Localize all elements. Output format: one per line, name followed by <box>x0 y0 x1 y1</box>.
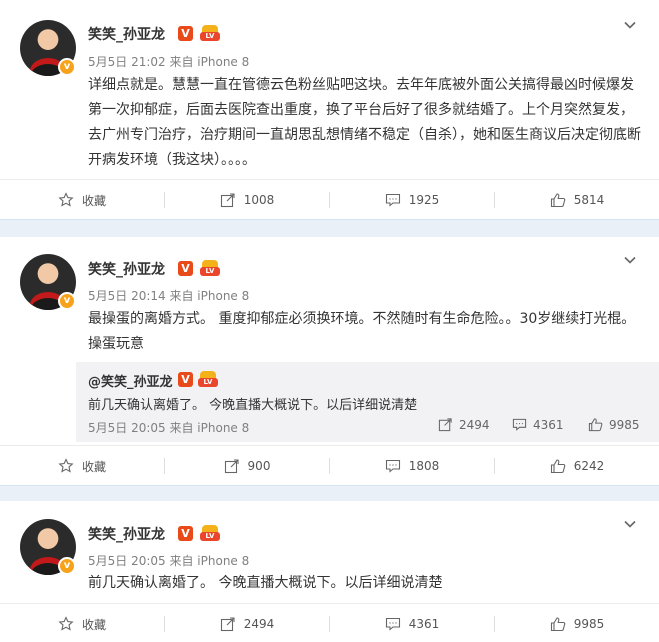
forward-count: 900 <box>247 459 271 473</box>
v-badge-icon: V <box>178 261 193 276</box>
comment-icon <box>385 616 401 632</box>
star-icon <box>58 192 74 208</box>
comment-button[interactable]: 1925 <box>330 180 494 220</box>
action-bar: 收藏 900 1808 6242 <box>0 445 659 485</box>
post-meta[interactable]: 5月5日 21:02 来自 iPhone 8 <box>88 53 249 70</box>
v-badge-icon: V <box>178 372 193 387</box>
weibo-post-3: v 笑笑_孙亚龙 V LV 5月5日 20:05 来自 iPhone 8 前几天… <box>0 501 659 642</box>
quoted-post[interactable]: @笑笑_孙亚龙 V LV 前几天确认离婚了。 今晚直播大概说下。以后详细说清楚 … <box>76 362 659 442</box>
post-meta[interactable]: 5月5日 20:05 来自 iPhone 8 <box>88 552 249 569</box>
chevron-down-icon[interactable] <box>623 517 637 531</box>
quoted-like[interactable]: 9985 <box>588 417 640 432</box>
member-crown-icon: LV <box>198 371 218 387</box>
thumbs-up-icon <box>550 616 566 632</box>
like-button[interactable]: 9985 <box>495 604 659 642</box>
post-text: 前几天确认离婚了。 今晚直播大概说下。以后详细说清楚 <box>88 575 443 591</box>
chevron-down-icon[interactable] <box>623 253 637 267</box>
forward-button[interactable]: 900 <box>165 446 329 486</box>
post-meta[interactable]: 5月5日 20:14 来自 iPhone 8 <box>88 287 249 304</box>
comment-count: 4361 <box>408 617 440 631</box>
verified-badge-icon: v <box>58 58 76 76</box>
member-crown-icon: LV <box>200 525 220 541</box>
v-badge-icon: V <box>178 526 193 541</box>
member-crown-icon: LV <box>200 25 220 41</box>
like-count: 6242 <box>573 459 605 473</box>
favorite-label: 收藏 <box>81 617 106 632</box>
favorite-button[interactable]: 收藏 <box>0 446 164 486</box>
action-bar: 收藏 2494 4361 9985 <box>0 603 659 642</box>
weibo-post-1: v 笑笑_孙亚龙 V LV 5月5日 21:02 来自 iPhone 8 详细点… <box>0 0 659 219</box>
username[interactable]: 笑笑_孙亚龙 <box>88 524 165 544</box>
verified-badge-icon: v <box>58 557 76 575</box>
quoted-text: 前几天确认离婚了。 今晚直播大概说下。以后详细说清楚 <box>88 398 418 413</box>
action-bar: 收藏 1008 1925 5814 <box>0 179 659 219</box>
verified-badge-icon: v <box>58 292 76 310</box>
forward-icon <box>220 616 236 632</box>
post-separator <box>0 219 659 237</box>
comment-button[interactable]: 4361 <box>330 604 494 642</box>
comment-count: 1925 <box>408 193 440 207</box>
post-text: 详细点就是。慧慧一直在管德云色粉丝贴吧这块。去年年底被外面公关搞得最凶时候爆发第… <box>88 77 641 168</box>
thumbs-up-icon <box>550 192 566 208</box>
like-count: 9985 <box>573 617 605 631</box>
favorite-button[interactable]: 收藏 <box>0 180 164 220</box>
forward-count: 2494 <box>243 617 275 631</box>
favorite-label: 收藏 <box>81 193 106 208</box>
quoted-comment[interactable]: 4361 <box>512 417 564 432</box>
post-separator <box>0 485 659 501</box>
forward-icon <box>438 417 453 432</box>
comment-button[interactable]: 1808 <box>330 446 494 486</box>
star-icon <box>58 458 74 474</box>
quoted-meta[interactable]: 5月5日 20:05 来自 iPhone 8 <box>88 419 249 436</box>
weibo-post-2: v 笑笑_孙亚龙 V LV 5月5日 20:14 来自 iPhone 8 最操蛋… <box>0 237 659 485</box>
comment-count: 1808 <box>408 459 440 473</box>
chevron-down-icon[interactable] <box>623 18 637 32</box>
favorite-button[interactable]: 收藏 <box>0 604 164 642</box>
forward-count: 2494 <box>459 417 490 432</box>
username[interactable]: 笑笑_孙亚龙 <box>88 24 165 44</box>
member-crown-icon: LV <box>200 260 220 276</box>
like-count: 5814 <box>573 193 605 207</box>
forward-count: 1008 <box>243 193 275 207</box>
like-button[interactable]: 5814 <box>495 180 659 220</box>
forward-icon <box>220 192 236 208</box>
comment-icon <box>385 458 401 474</box>
comment-icon <box>385 192 401 208</box>
forward-button[interactable]: 1008 <box>165 180 329 220</box>
username[interactable]: 笑笑_孙亚龙 <box>88 259 165 279</box>
post-text: 最操蛋的离婚方式。 重度抑郁症必须换环境。不然随时有生命危险。。30岁继续打光棍… <box>88 311 636 352</box>
star-icon <box>58 616 74 632</box>
v-badge-icon: V <box>178 26 193 41</box>
like-count: 9985 <box>609 417 640 432</box>
comment-count: 4361 <box>533 417 564 432</box>
like-button[interactable]: 6242 <box>495 446 659 486</box>
thumbs-up-icon <box>550 458 566 474</box>
forward-button[interactable]: 2494 <box>165 604 329 642</box>
comment-icon <box>512 417 527 432</box>
quoted-username[interactable]: @笑笑_孙亚龙 <box>88 371 173 390</box>
quoted-forward[interactable]: 2494 <box>438 417 490 432</box>
thumbs-up-icon <box>588 417 603 432</box>
forward-icon <box>224 458 240 474</box>
favorite-label: 收藏 <box>81 459 106 474</box>
